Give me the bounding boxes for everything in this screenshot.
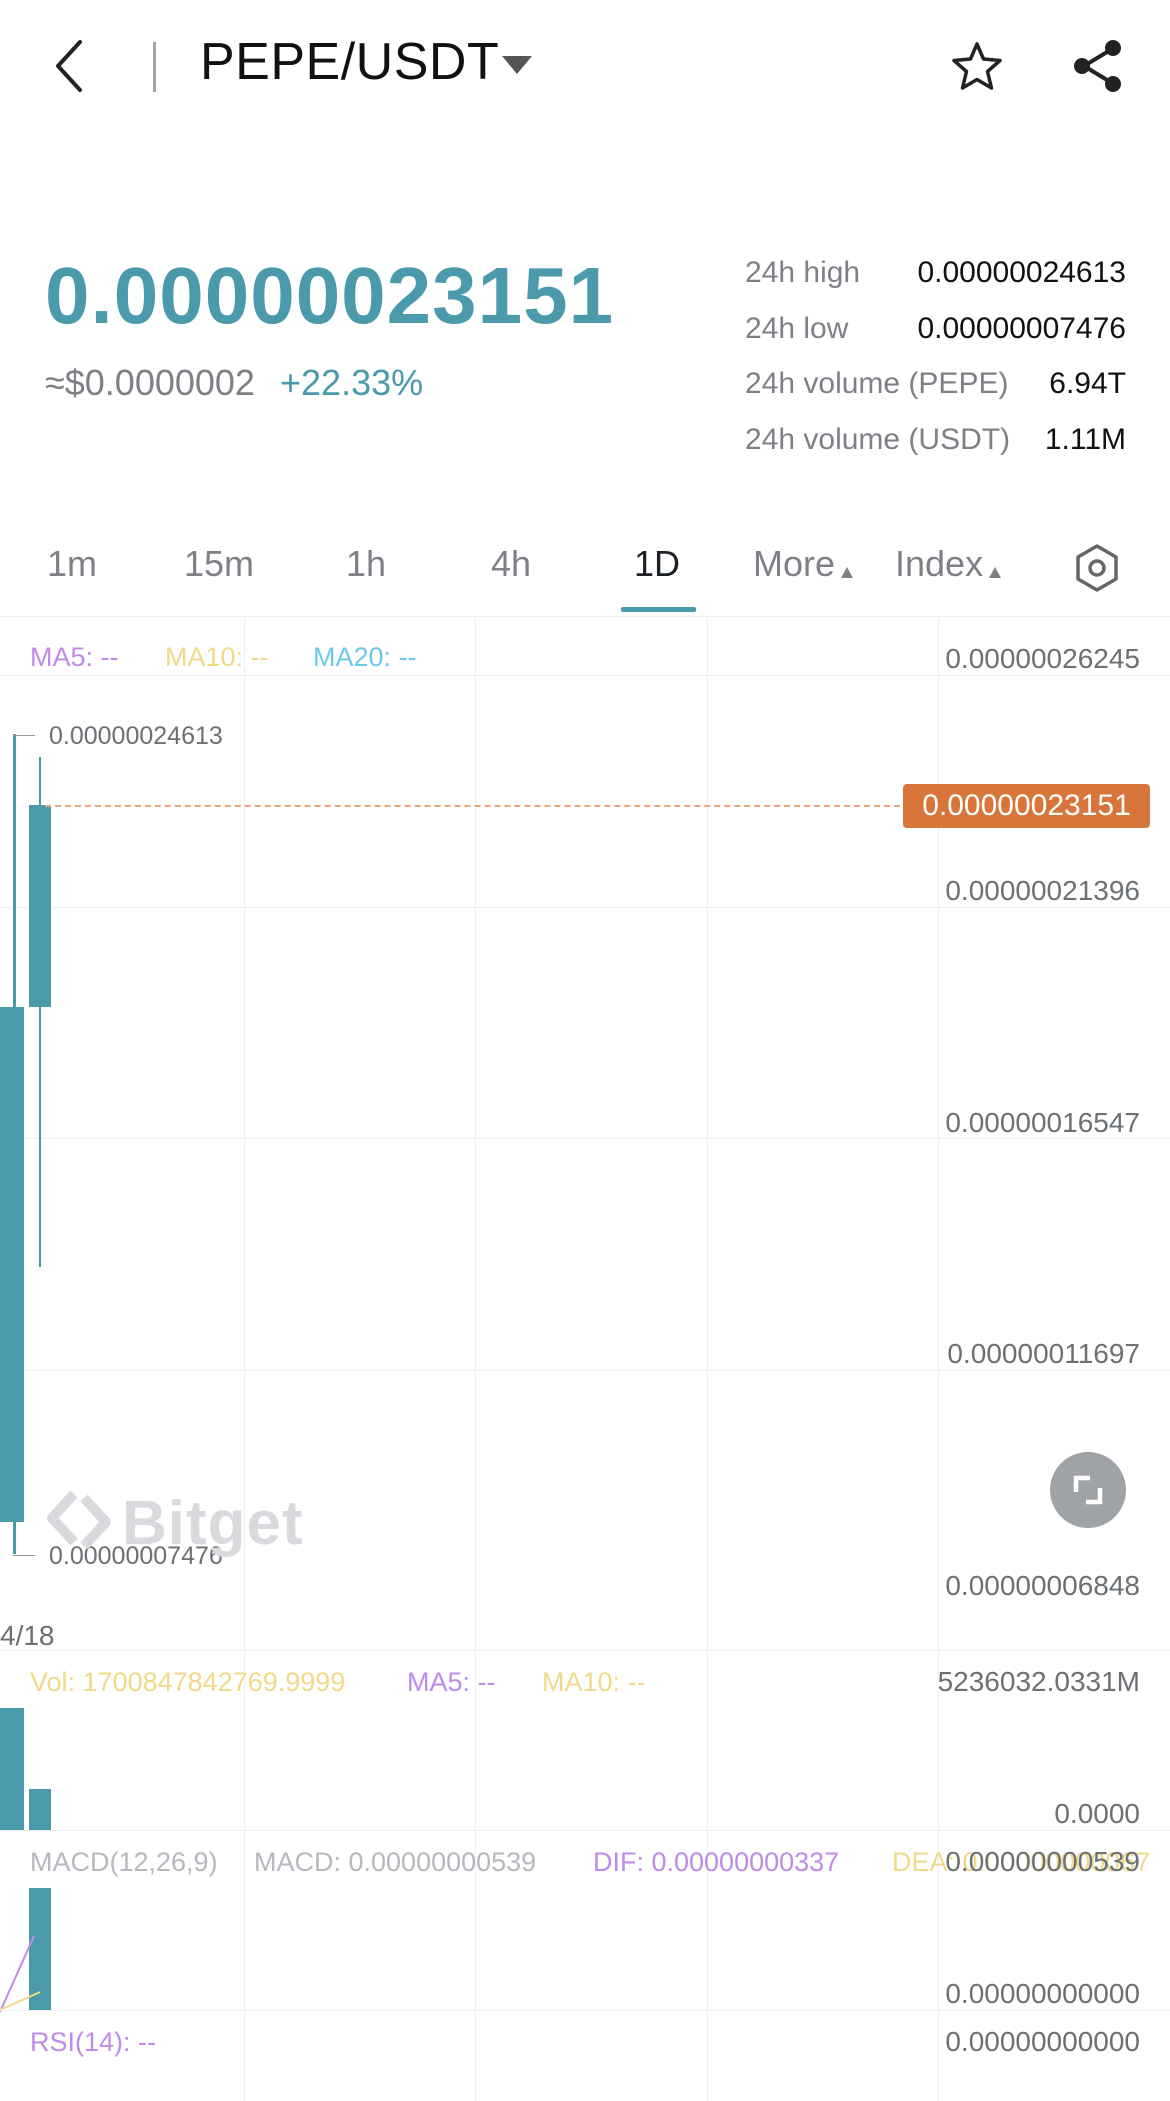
tab-separator [0,616,1170,617]
tab-1h[interactable]: 1h [346,543,386,585]
tab-more-label: More [753,543,836,584]
macd-lines [0,1935,41,2012]
rsi-axis: 0.00000000000 [945,2026,1140,2057]
stat-label-vol-usdt: 24h volume (USDT) [745,423,1011,456]
tab-15m[interactable]: 15m [184,543,254,585]
stat-label-high: 24h high [745,256,861,289]
triangle-icon [841,567,854,578]
tab-more[interactable]: More [753,543,854,585]
stat-value-vol-pepe: 6.94T [1049,367,1126,400]
volume-legend: Vol: 1700847842769.9999 [30,1667,346,1697]
volume-bar [29,1789,51,1830]
price-change: +22.33% [280,362,424,403]
macd-axis-bottom: 0.00000000000 [945,1978,1140,2009]
low-marker-line [13,1555,35,1556]
macd-axis-top: 0.00000000539 [945,1846,1140,1877]
stat-label-low: 24h low [745,312,849,345]
rsi-title: RSI(14): -- [30,2027,157,2057]
watermark: Bitget [122,1489,304,1558]
volume-axis-bottom: 0.0000 [1054,1798,1140,1829]
candlestick [0,1007,24,1522]
bitget-logo-icon [47,1490,111,1550]
last-price: 0.00000023151 [45,251,615,340]
tab-1m[interactable]: 1m [47,543,97,585]
price-axis-label: 0.00000016547 [945,1107,1140,1138]
pane-separator [0,2010,1170,2011]
ma5-legend: MA5: -- [30,642,119,672]
volume-ma10-legend: MA10: -- [542,1667,646,1697]
pair-title[interactable]: PEPE/USDT [200,32,499,92]
stat-value-low: 0.00000007476 [917,312,1126,345]
volume-ma5-legend: MA5: -- [407,1667,496,1697]
tab-1d[interactable]: 1D [634,543,680,585]
share-icon[interactable] [1070,38,1126,94]
high-marker-line [13,735,35,736]
header-divider [153,42,156,92]
grid-line [475,617,476,2101]
grid-line [0,675,1170,676]
ma10-legend: MA10: -- [165,642,269,672]
usd-price: ≈$0.0000002 [45,362,255,403]
volume-bar [0,1708,24,1830]
volume-axis-top: 5236032.0331M [937,1666,1140,1697]
macd-value: MACD: 0.00000000539 [254,1847,537,1877]
grid-line [0,1370,1170,1371]
price-axis-label: 0.00000021396 [945,875,1140,906]
macd-dif: DIF: 0.00000000337 [593,1847,840,1877]
grid-line [938,617,939,2101]
stat-value-vol-usdt: 1.11M [1044,423,1126,456]
candle-wick [39,757,41,1267]
current-price-line [45,805,900,807]
tab-index-label: Index [895,543,984,584]
grid-line [0,907,1170,908]
triangle-icon [989,567,1002,578]
price-axis-label: 0.00000011697 [947,1338,1140,1369]
grid-line [244,617,245,2101]
date-label: 4/18 [0,1620,55,1651]
tab-4h[interactable]: 4h [491,543,531,585]
pane-separator [0,1650,1170,1651]
high-price-label: 0.00000024613 [49,722,223,750]
star-icon[interactable] [950,40,1004,94]
back-arrow-icon[interactable] [52,38,86,94]
current-price-tag: 0.00000023151 [903,784,1150,828]
stat-value-high: 0.00000024613 [917,256,1126,289]
settings-icon[interactable] [1073,543,1121,593]
candle-wick [13,734,16,1554]
ma20-legend: MA20: -- [313,642,417,672]
stat-label-vol-pepe: 24h volume (PEPE) [745,367,1009,400]
tab-index[interactable]: Index [895,543,1002,585]
grid-line [707,617,708,2101]
price-axis-label: 0.00000006848 [945,1570,1140,1601]
caret-down-icon[interactable] [502,56,532,74]
pane-separator [0,1830,1170,1831]
expand-icon [1073,1475,1103,1505]
active-tab-indicator [621,607,696,612]
fullscreen-button[interactable] [1050,1452,1126,1528]
macd-title: MACD(12,26,9) [30,1847,218,1877]
price-axis-label: 0.00000026245 [945,643,1140,674]
